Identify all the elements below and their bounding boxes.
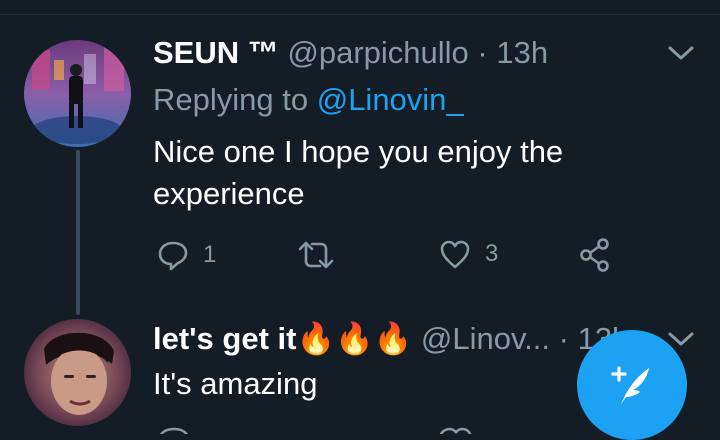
share-icon — [580, 238, 609, 272]
tweet1-handle[interactable]: @parpichullo — [287, 35, 468, 70]
tweet1-menu-button[interactable] — [667, 44, 695, 62]
tweet1-reply-count: 1 — [203, 241, 217, 268]
compose-tweet-button[interactable] — [577, 330, 687, 440]
thread-connector-line — [76, 150, 80, 315]
tweet1-like-button[interactable]: 3 — [439, 239, 498, 269]
chevron-down-icon — [668, 332, 694, 346]
tweet1-time[interactable]: 13h — [496, 35, 548, 70]
replying-to-mention[interactable]: @Linovin_ — [317, 82, 464, 117]
tweet1-share-button[interactable] — [579, 238, 611, 272]
avatar-seun[interactable] — [24, 40, 131, 147]
tweet2-handle[interactable]: @Linov... — [421, 321, 550, 356]
retweet-icon — [298, 241, 334, 269]
replying-to-label: Replying to — [153, 82, 309, 117]
tweet2-header: let's get it🔥🔥🔥 @Linov... · 13h — [153, 321, 629, 357]
chevron-down-icon — [668, 46, 694, 60]
tweet1-display-name[interactable]: SEUN ™ — [153, 35, 279, 70]
tweet1-text: Nice one I hope you enjoy the experience — [153, 134, 564, 211]
tweet1-retweet-button[interactable] — [298, 240, 334, 270]
tweet2-display-name[interactable]: let's get it🔥🔥🔥 — [153, 321, 412, 356]
heart-icon — [440, 240, 470, 269]
tweet1-separator: · — [477, 35, 488, 70]
top-divider — [0, 14, 720, 15]
compose-feather-icon — [611, 366, 649, 404]
tweet1-reply-button[interactable]: 1 — [157, 239, 216, 271]
tweet2-menu-button[interactable] — [667, 330, 695, 348]
reply-bubble-icon — [158, 241, 188, 271]
avatar-image — [24, 319, 131, 426]
avatar-image — [24, 40, 131, 147]
tweet1-like-count: 3 — [485, 240, 499, 267]
tweet1-header: SEUN ™ @parpichullo · 13h — [153, 35, 548, 71]
tweet1-replying-to: Replying to @Linovin_ — [153, 82, 464, 118]
avatar-lets-get-it[interactable] — [24, 319, 131, 426]
tweet2-text: It's amazing — [153, 366, 318, 401]
tweet2-separator: · — [558, 321, 569, 356]
